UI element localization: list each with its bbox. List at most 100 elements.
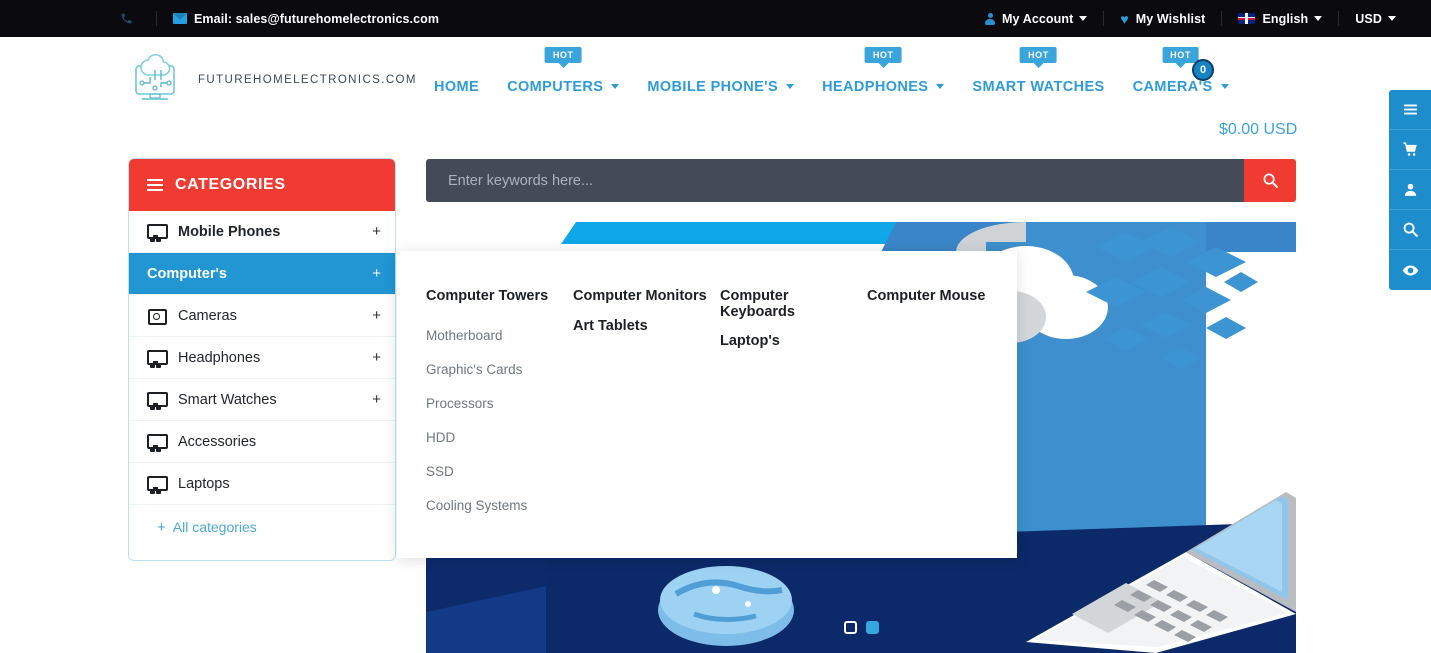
hot-badge: HOT	[544, 46, 582, 63]
plus-icon: +	[157, 518, 166, 536]
category-label: Computer's	[147, 265, 227, 282]
mega-column-computer-towers: Computer Towers Motherboard Graphic's Ca…	[426, 288, 573, 523]
nav-item-mobile-phones[interactable]: MOBILE PHONE'S	[647, 78, 795, 95]
divider	[1103, 11, 1105, 26]
category-item-computers[interactable]: Computer's +	[129, 253, 395, 295]
nav-label: COMPUTERS	[507, 78, 604, 95]
nav-label: HOME	[434, 78, 480, 95]
rail-recently-viewed-button[interactable]	[1389, 250, 1431, 290]
mega-column-computer-monitors: Computer Monitors Art Tablets	[573, 288, 720, 523]
chevron-down-icon	[1079, 16, 1088, 21]
carousel-dots	[844, 621, 879, 634]
currency-selector[interactable]: USD	[1355, 12, 1396, 26]
main-navigation: HOME HOT COMPUTERS MOBILE PHONE'S HOT HE…	[420, 37, 1243, 136]
language-selector[interactable]: English	[1262, 11, 1323, 26]
nav-item-computers[interactable]: HOT COMPUTERS	[507, 46, 620, 95]
mega-sub-processors[interactable]: Processors	[426, 387, 573, 421]
categories-title: CATEGORIES	[175, 176, 286, 193]
category-item-mobile-phones[interactable]: Mobile Phones +	[129, 211, 395, 253]
mega-heading-art-tablets[interactable]: Art Tablets	[573, 318, 720, 335]
category-item-cameras[interactable]: Cameras +	[129, 295, 395, 337]
expand-plus-icon[interactable]: +	[372, 392, 381, 407]
search-button[interactable]	[1244, 159, 1296, 202]
monitor-icon	[147, 434, 168, 449]
rail-menu-button[interactable]	[1389, 90, 1431, 130]
mega-heading[interactable]: Computer Keyboards	[720, 288, 867, 320]
categories-header[interactable]: CATEGORIES	[129, 159, 395, 211]
rail-account-button[interactable]	[1389, 170, 1431, 210]
search-input[interactable]	[426, 159, 1244, 202]
divider	[156, 11, 157, 26]
cart-widget[interactable]: 0 $0.00 USD	[1186, 57, 1306, 138]
mega-sub-hdd[interactable]: HDD	[426, 421, 573, 455]
mega-sub-cooling-systems[interactable]: Cooling Systems	[426, 489, 573, 523]
carousel-dot-2[interactable]	[866, 621, 879, 634]
envelope-icon	[173, 13, 187, 24]
cart-count-badge: 0	[1192, 59, 1214, 81]
cart-total: $0.00 USD	[1219, 121, 1298, 138]
all-categories-link[interactable]: + All categories	[129, 505, 395, 549]
category-label: Headphones	[178, 349, 261, 366]
heart-icon: ♥	[1120, 10, 1129, 27]
nav-item-home[interactable]: HOME	[434, 79, 479, 95]
search-bar	[426, 159, 1296, 202]
mega-heading-laptops[interactable]: Laptop's	[720, 333, 867, 350]
top-bar: Email: sales@futurehomelectronics.com My…	[0, 0, 1431, 37]
language-label: English	[1262, 11, 1309, 26]
category-item-accessories[interactable]: Accessories	[129, 421, 395, 463]
category-label: Accessories	[178, 433, 257, 450]
search-icon	[1263, 173, 1278, 188]
logo-text: FUTUREHOMELECTRONICS.COM	[198, 74, 417, 86]
chevron-down-icon	[936, 84, 945, 89]
user-icon	[1404, 183, 1416, 196]
mega-heading[interactable]: Computer Towers	[426, 288, 573, 305]
nav-label: HEADPHONES	[822, 78, 929, 95]
rail-search-button[interactable]	[1389, 210, 1431, 250]
page-root: Email: sales@futurehomelectronics.com My…	[0, 0, 1431, 653]
expand-plus-icon[interactable]: +	[372, 350, 381, 365]
monitor-icon	[147, 224, 168, 239]
my-account-label: My Account	[1002, 11, 1074, 26]
site-header: FUTUREHOMELECTRONICS.COM HOME HOT COMPUT…	[0, 37, 1431, 138]
expand-plus-icon[interactable]: +	[372, 224, 381, 239]
chevron-down-icon	[611, 84, 620, 89]
my-wishlist-link[interactable]: My Wishlist	[1136, 12, 1206, 26]
expand-plus-icon[interactable]: +	[372, 308, 381, 323]
search-icon	[1403, 222, 1418, 237]
expand-plus-icon[interactable]: +	[372, 266, 381, 281]
phone-icon[interactable]	[120, 12, 133, 25]
mega-sub-motherboard[interactable]: Motherboard	[426, 319, 573, 353]
logo[interactable]: FUTUREHOMELECTRONICS.COM	[128, 50, 417, 110]
all-categories-label: All categories	[172, 519, 257, 535]
my-account-link[interactable]: My Account	[1002, 11, 1088, 26]
mega-column-computer-keyboards: Computer Keyboards Laptop's	[720, 288, 867, 523]
mega-heading[interactable]: Computer Mouse	[867, 288, 1014, 305]
category-item-laptops[interactable]: Laptops	[129, 463, 395, 505]
chevron-down-icon	[1388, 16, 1396, 21]
category-label: Laptops	[178, 475, 230, 492]
category-item-smart-watches[interactable]: Smart Watches +	[129, 379, 395, 421]
monitor-icon	[147, 476, 168, 491]
cart-icon	[1402, 142, 1417, 156]
category-label: Smart Watches	[178, 391, 277, 408]
nav-item-smart-watches[interactable]: HOT SMART WATCHES	[972, 46, 1105, 95]
side-rail	[1389, 90, 1431, 290]
hot-badge: HOT	[1020, 46, 1057, 63]
category-item-headphones[interactable]: Headphones +	[129, 337, 395, 379]
mega-sub-graphics-cards[interactable]: Graphic's Cards	[426, 353, 573, 387]
top-bar-left: Email: sales@futurehomelectronics.com	[120, 11, 439, 26]
nav-label: MOBILE PHONE'S	[647, 78, 779, 95]
logo-monitor-cloud-icon	[128, 50, 188, 110]
hamburger-icon	[147, 179, 163, 191]
rail-cart-button[interactable]	[1389, 130, 1431, 170]
eye-icon	[1402, 265, 1418, 275]
currency-label: USD	[1355, 11, 1382, 26]
mega-heading[interactable]: Computer Monitors	[573, 288, 720, 305]
menu-icon	[1403, 104, 1417, 115]
email-text[interactable]: Email: sales@futurehomelectronics.com	[194, 12, 439, 26]
carousel-dot-1[interactable]	[844, 621, 857, 634]
mega-sub-ssd[interactable]: SSD	[426, 455, 573, 489]
nav-label: SMART WATCHES	[972, 78, 1105, 95]
categories-sidebar: CATEGORIES Mobile Phones + Computer's + …	[128, 158, 396, 561]
nav-item-headphones[interactable]: HOT HEADPHONES	[822, 46, 945, 95]
